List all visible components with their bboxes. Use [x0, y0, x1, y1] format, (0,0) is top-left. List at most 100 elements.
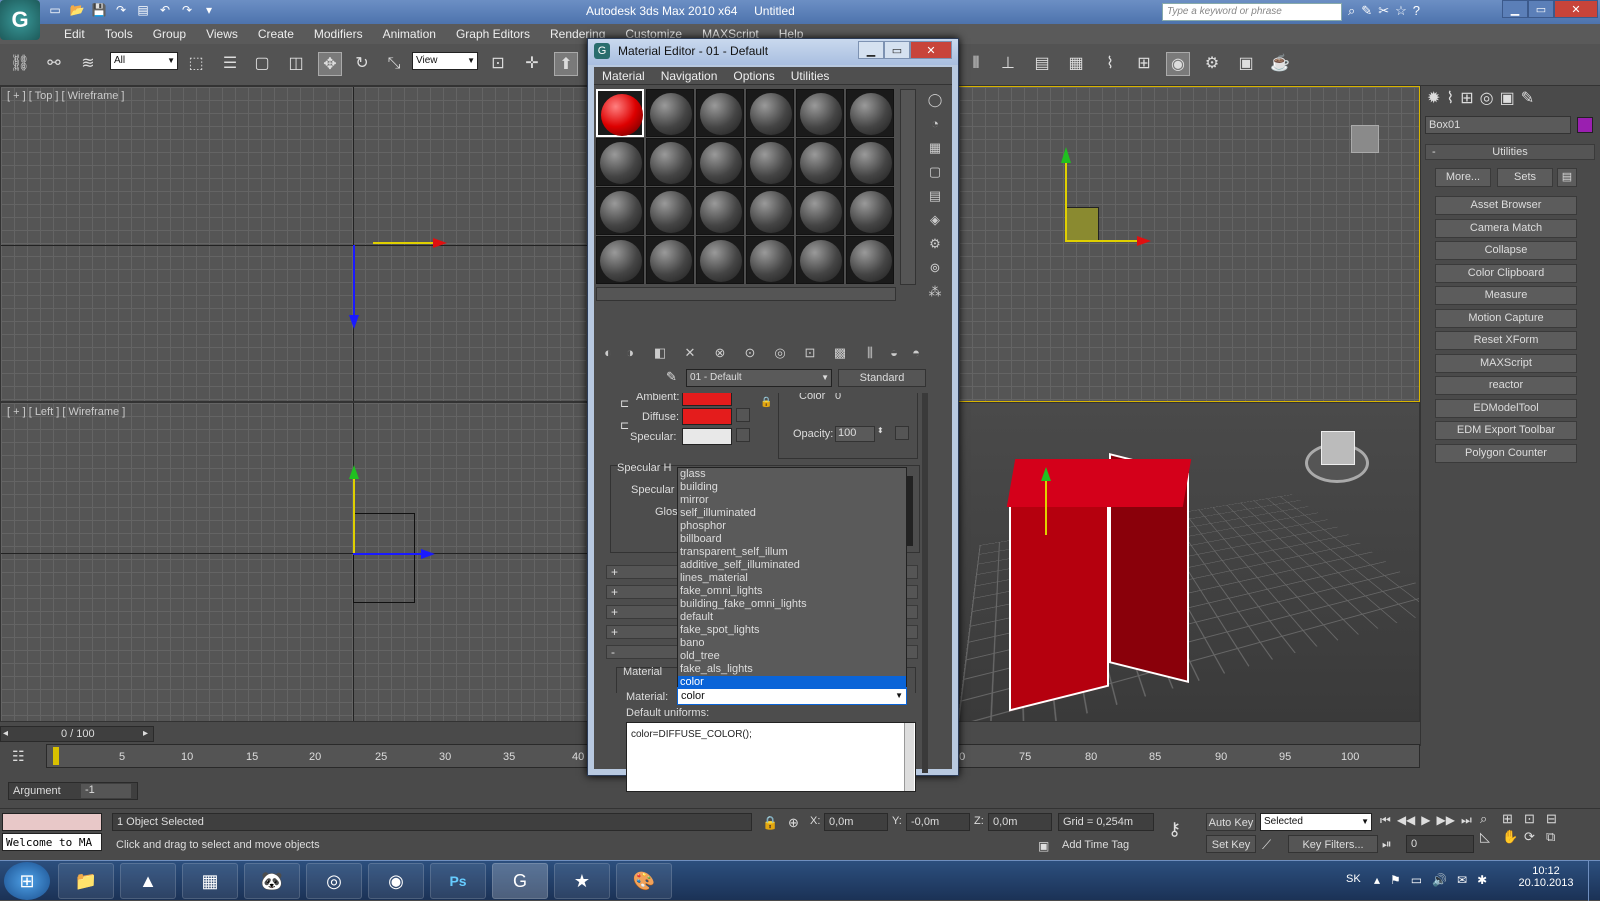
put-material-to-scene-icon[interactable]: ◑	[620, 343, 640, 363]
time-slider-prev-icon[interactable]: ◂	[3, 728, 8, 739]
utility-polygon-counter-button[interactable]: Polygon Counter	[1435, 444, 1577, 463]
tray-app-icon[interactable]: ✱	[1477, 873, 1487, 887]
utility-edmodeltool-button[interactable]: EDModelTool	[1435, 399, 1577, 418]
utility-asset-browser-button[interactable]: Asset Browser	[1435, 196, 1577, 215]
dropdown-option[interactable]: default	[678, 611, 906, 624]
auto-key-button[interactable]: Auto Key	[1206, 813, 1256, 831]
app-logo-button[interactable]: G	[0, 0, 40, 40]
material-sample-slot[interactable]	[846, 236, 894, 284]
media-player-task-icon[interactable]: ▦	[182, 863, 238, 899]
material-sample-slot[interactable]	[796, 187, 844, 235]
utility-camera-match-button[interactable]: Camera Match	[1435, 219, 1577, 238]
select-and-move-icon[interactable]: ✥	[318, 52, 342, 76]
select-and-rotate-icon[interactable]: ↻	[350, 52, 374, 76]
viewport-front[interactable]	[958, 86, 1420, 402]
dropdown-option[interactable]: self_illuminated	[678, 507, 906, 520]
menu-group[interactable]: Group	[143, 24, 196, 44]
viewport-perspective[interactable]	[958, 402, 1420, 722]
material-sample-slot[interactable]	[696, 89, 744, 137]
maximize-button[interactable]: ▭	[1528, 0, 1554, 18]
material-sample-slot[interactable]	[596, 187, 644, 235]
object-color-swatch[interactable]	[1577, 117, 1593, 133]
motion-tab-icon[interactable]: ◎	[1480, 88, 1494, 108]
dropdown-option[interactable]: transparent_self_illum	[678, 546, 906, 559]
maxscript-listener-output[interactable]: Welcome to MA	[2, 833, 102, 851]
viewport-top-label[interactable]: [ + ] [ Top ] [ Wireframe ]	[7, 90, 124, 102]
photoshop-task-icon[interactable]: Ps	[430, 863, 486, 899]
search-input[interactable]: Type a keyword or phrase	[1162, 3, 1342, 21]
dropdown-option[interactable]: phosphor	[678, 520, 906, 533]
sample-uv-tiling-icon[interactable]: ▢	[926, 163, 944, 181]
material-editor-minimize-button[interactable]: ▁	[858, 41, 884, 59]
use-pivot-center-icon[interactable]: ⊡	[486, 52, 510, 76]
ambient-diffuse-lock-icon[interactable]: ⊏	[620, 397, 629, 410]
show-end-result-icon[interactable]: ⫼	[860, 343, 880, 363]
opacity-spinner-icon[interactable]: ⬍	[877, 426, 884, 435]
utility-measure-button[interactable]: Measure	[1435, 286, 1577, 305]
zoom-icon[interactable]: ⌕	[1480, 811, 1502, 827]
go-forward-to-sibling-icon[interactable]: ◓	[906, 343, 926, 363]
material-sample-slot[interactable]	[646, 236, 694, 284]
ambient-color-swatch[interactable]	[682, 393, 732, 406]
material-editor-maximize-button[interactable]: ▭	[884, 41, 910, 59]
display-icon[interactable]: ▭	[1411, 873, 1422, 887]
undo-icon[interactable]: ↶	[156, 3, 174, 20]
vlc-task-icon[interactable]: ▲	[120, 863, 176, 899]
zoom-extents-all-icon[interactable]: ⊟	[1546, 811, 1568, 827]
dropdown-option[interactable]: bano	[678, 637, 906, 650]
argument-input[interactable]: -1	[81, 784, 131, 798]
pan-view-icon[interactable]: ✋	[1502, 829, 1524, 845]
create-tab-icon[interactable]: ✹	[1427, 88, 1440, 108]
schematic-view-icon[interactable]: ⊞	[1132, 52, 1156, 76]
material-editor-close-button[interactable]: ✕	[910, 41, 952, 59]
clock[interactable]: 10:12 20.10.2013	[1516, 865, 1576, 889]
curve-editor-icon[interactable]: ⌇	[1098, 52, 1122, 76]
keyboard-shortcut-override-icon[interactable]: ⬆	[554, 52, 578, 76]
previous-frame-icon[interactable]: ◀◀	[1397, 813, 1415, 828]
absolute-mode-transform-icon[interactable]: ⊕	[788, 815, 799, 831]
material-map-navigator-icon[interactable]: ⁂	[926, 283, 944, 301]
material-name-field[interactable]: 01 - Default	[686, 369, 832, 387]
diffuse-specular-lock-icon[interactable]: ⊏	[620, 419, 629, 432]
menu-modifiers[interactable]: Modifiers	[304, 24, 373, 44]
material-editor-title-bar[interactable]: G Material Editor - 01 - Default ▁ ▭ ✕	[588, 39, 958, 65]
project-folder-icon[interactable]: ▤	[134, 3, 152, 20]
diffuse-color-swatch[interactable]	[682, 408, 732, 425]
window-crossing-icon[interactable]: ◫	[284, 52, 308, 76]
lock-icon[interactable]: 🔒	[760, 397, 772, 408]
new-file-icon[interactable]: ▭	[46, 3, 64, 20]
mat-menu-options[interactable]: Options	[725, 67, 782, 84]
input-language-indicator[interactable]: SK	[1346, 873, 1361, 885]
help-icon[interactable]: ?	[1413, 3, 1420, 19]
action-center-flag-icon[interactable]: ⚑	[1390, 873, 1401, 887]
material-sample-slot[interactable]	[846, 138, 894, 186]
options-icon[interactable]: ⚙	[926, 235, 944, 253]
edm-material-dropdown[interactable]: color	[677, 687, 907, 705]
material-effects-channel-icon[interactable]: ⊡	[800, 343, 820, 363]
menu-animation[interactable]: Animation	[373, 24, 446, 44]
mat-menu-utilities[interactable]: Utilities	[783, 67, 838, 84]
go-to-start-icon[interactable]: ⏮	[1380, 813, 1391, 828]
utility-edm-export-toolbar-button[interactable]: EDM Export Toolbar	[1435, 421, 1577, 440]
menu-create[interactable]: Create	[248, 24, 304, 44]
show-map-in-viewport-icon[interactable]: ▩	[830, 343, 850, 363]
render-production-icon[interactable]: ☕	[1268, 52, 1292, 76]
redo-scene-icon[interactable]: ↷	[112, 3, 130, 20]
maximize-viewport-icon[interactable]: ⧉	[1546, 829, 1568, 845]
dropdown-option[interactable]: fake_als_lights	[678, 663, 906, 676]
make-preview-icon[interactable]: ◈	[926, 211, 944, 229]
more-button[interactable]: More...	[1435, 168, 1491, 187]
set-keys-key-icon[interactable]: ⚷	[1168, 819, 1181, 840]
x-coordinate-input[interactable]: 0,0m	[824, 813, 888, 831]
slots-horizontal-scrollbar[interactable]	[596, 287, 896, 301]
render-setup-icon[interactable]: ⚙	[1200, 52, 1224, 76]
select-and-link-icon[interactable]: ⛓	[8, 52, 32, 76]
open-mini-curve-editor-icon[interactable]: ☷	[12, 748, 25, 765]
viewport-left-label[interactable]: [ + ] [ Left ] [ Wireframe ]	[7, 406, 125, 418]
hierarchy-tab-icon[interactable]: ⊞	[1460, 88, 1473, 108]
go-to-parent-icon[interactable]: ◒	[884, 343, 904, 363]
material-sample-slot[interactable]	[646, 89, 694, 137]
redo-icon[interactable]: ↷	[178, 3, 196, 20]
reset-map-icon[interactable]: ✕	[680, 343, 700, 363]
assign-material-icon[interactable]: ◧	[650, 343, 670, 363]
